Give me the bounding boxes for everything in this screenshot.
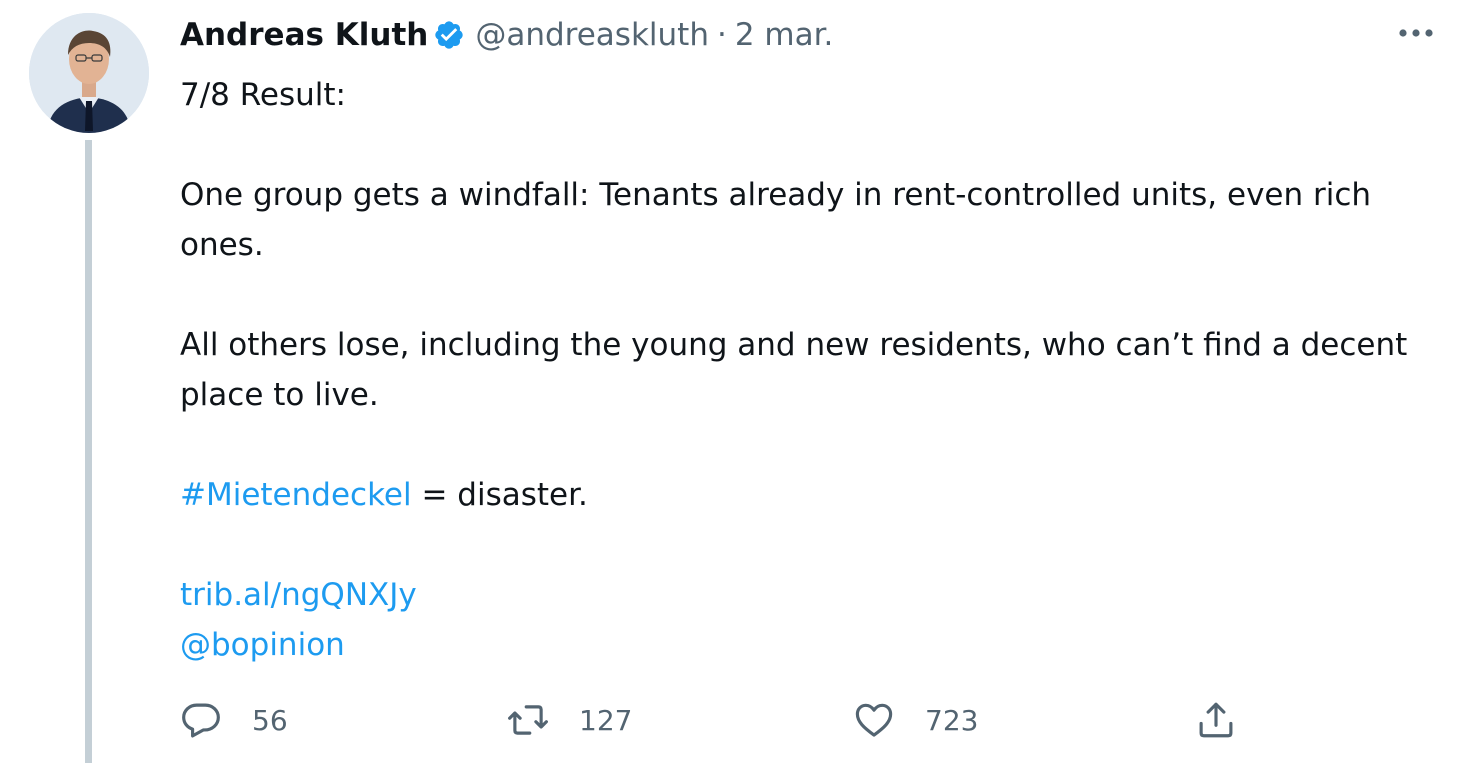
tweet-date[interactable]: 2 mar.	[735, 17, 834, 53]
author-name[interactable]: Andreas Kluth	[180, 17, 428, 53]
speech-bubble-icon	[182, 703, 220, 738]
tweet-hashtag-line: #Mietendeckel = disaster.	[180, 470, 1448, 520]
share-button[interactable]	[1195, 693, 1237, 747]
author-handle[interactable]: @andreaskluth	[475, 17, 709, 53]
avatar[interactable]	[29, 13, 149, 133]
tweet-paragraph-2: All others lose, including the young and…	[180, 327, 1408, 413]
tweet-header: Andreas Kluth @andreaskluth · 2 mar.	[180, 12, 833, 58]
url-link[interactable]: trib.al/ngQNXJy	[180, 577, 417, 613]
heart-icon	[855, 703, 893, 737]
action-bar: 56 127 723	[180, 693, 1260, 747]
share-upload-icon	[1199, 702, 1233, 738]
more-dots-icon[interactable]	[1394, 18, 1438, 48]
like-button[interactable]: 723	[853, 693, 978, 747]
tweet-url-line: trib.al/ngQNXJy	[180, 570, 1448, 620]
retweet-button[interactable]: 127	[507, 693, 632, 747]
verified-badge-icon	[433, 19, 465, 51]
hashtag-link[interactable]: #Mietendeckel	[180, 477, 412, 513]
tweet-text: 7/8 Result: One group gets a windfall: T…	[180, 70, 1448, 670]
avatar-photo	[29, 13, 149, 133]
separator-dot: ·	[716, 17, 727, 53]
reply-button[interactable]: 56	[180, 693, 288, 747]
tweet-paragraph-1: One group gets a windfall: Tenants alrea…	[180, 177, 1372, 263]
thread-line	[85, 140, 92, 763]
retweet-count: 127	[579, 703, 633, 737]
tweet-mention-line: @bopinion	[180, 620, 1448, 670]
tweet[interactable]: Andreas Kluth @andreaskluth · 2 mar. 7/8…	[0, 0, 1463, 763]
hashtag-rest: = disaster.	[411, 477, 588, 513]
retweet-arrows-icon	[508, 705, 548, 735]
tweet-intro: 7/8 Result:	[180, 77, 346, 113]
mention-link[interactable]: @bopinion	[180, 627, 345, 663]
reply-count: 56	[252, 703, 288, 737]
like-count: 723	[925, 703, 979, 737]
